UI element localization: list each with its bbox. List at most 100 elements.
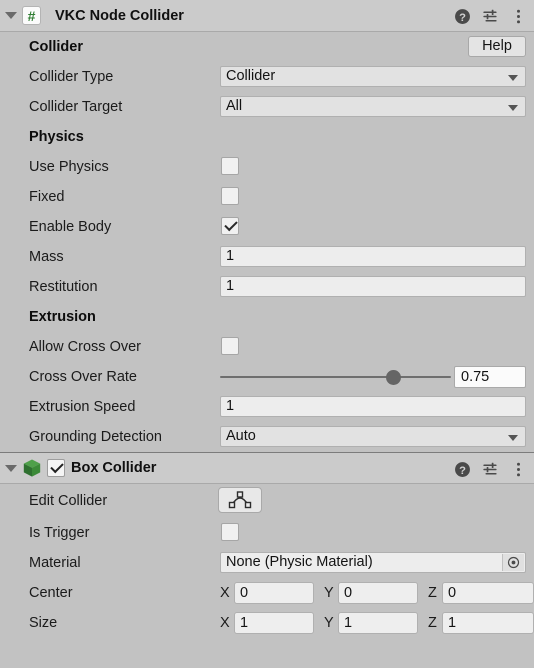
slider-track — [220, 376, 451, 378]
label-use-physics: Use Physics — [29, 159, 109, 175]
axis-label-x: X — [220, 585, 230, 601]
row-collider-section: Collider Help — [0, 32, 534, 62]
input-size-x[interactable]: 1 — [234, 612, 314, 634]
row-edit-collider: Edit Collider — [0, 484, 534, 518]
box-collider-body: Edit Collider Is Trigger Material None (… — [0, 484, 534, 638]
help-icon[interactable]: ? — [454, 461, 471, 478]
chevron-down-icon — [508, 434, 518, 441]
box-collider-cube-icon — [23, 459, 41, 477]
label-restitution: Restitution — [29, 279, 98, 295]
checkbox-is-trigger[interactable] — [221, 523, 239, 541]
object-field-material-value: None (Physic Material) — [226, 554, 373, 570]
checkbox-fixed[interactable] — [221, 187, 239, 205]
component-header-box-collider[interactable]: Box Collider ? — [0, 452, 534, 484]
label-center: Center — [29, 585, 73, 601]
row-allow-cross-over: Allow Cross Over — [0, 332, 534, 362]
dropdown-grounding-detection[interactable]: Auto — [220, 426, 526, 447]
more-menu-icon[interactable] — [510, 8, 527, 25]
row-center: Center X 0 Y 0 Z 0 — [0, 578, 534, 608]
row-fixed: Fixed — [0, 182, 534, 212]
row-extrusion-speed: Extrusion Speed 1 — [0, 392, 534, 422]
label-mass: Mass — [29, 249, 64, 265]
section-header-extrusion: Extrusion — [29, 309, 96, 325]
svg-text:?: ? — [459, 11, 466, 23]
row-enable-body: Enable Body — [0, 212, 534, 242]
object-picker-button[interactable] — [502, 554, 524, 571]
axis-label-z: Z — [428, 585, 437, 601]
foldout-toggle-box-collider[interactable] — [0, 452, 22, 484]
input-center-z[interactable]: 0 — [442, 582, 534, 604]
row-mass: Mass 1 — [0, 242, 534, 272]
more-menu-icon[interactable] — [510, 461, 527, 478]
object-picker-icon — [507, 556, 520, 569]
row-restitution: Restitution 1 — [0, 272, 534, 302]
preset-icon[interactable] — [482, 461, 499, 478]
dropdown-collider-type[interactable]: Collider — [220, 66, 526, 87]
edit-collider-icon — [228, 491, 252, 509]
row-is-trigger: Is Trigger — [0, 518, 534, 548]
input-extrusion-speed[interactable]: 1 — [220, 396, 526, 417]
component-header-icons: ? — [454, 0, 527, 32]
chevron-down-icon — [5, 12, 17, 19]
label-is-trigger: Is Trigger — [29, 525, 90, 541]
input-center-y[interactable]: 0 — [338, 582, 418, 604]
checkbox-use-physics[interactable] — [221, 157, 239, 175]
object-field-material[interactable]: None (Physic Material) — [220, 552, 526, 573]
label-edit-collider: Edit Collider — [29, 493, 108, 509]
row-size: Size X 1 Y 1 Z 1 — [0, 608, 534, 638]
help-icon[interactable]: ? — [454, 8, 471, 25]
label-fixed: Fixed — [29, 189, 65, 205]
checkbox-box-collider-enabled[interactable] — [47, 459, 65, 477]
row-use-physics: Use Physics — [0, 152, 534, 182]
input-center-x[interactable]: 0 — [234, 582, 314, 604]
svg-text:?: ? — [459, 464, 466, 476]
axis-label-y: Y — [324, 615, 334, 631]
vkc-node-collider-body: Collider Help Collider Type Collider Col… — [0, 32, 534, 452]
dropdown-collider-type-value: Collider — [226, 68, 276, 84]
help-button[interactable]: Help — [468, 36, 526, 57]
checkbox-allow-cross-over[interactable] — [221, 337, 239, 355]
row-material: Material None (Physic Material) — [0, 548, 534, 578]
label-material: Material — [29, 555, 81, 571]
axis-label-z: Z — [428, 615, 437, 631]
row-cross-over-rate: Cross Over Rate 0.75 — [0, 362, 534, 392]
csharp-script-icon: # — [22, 6, 41, 25]
dropdown-grounding-detection-value: Auto — [226, 428, 256, 444]
input-mass[interactable]: 1 — [220, 246, 526, 267]
slider-cross-over-rate[interactable] — [220, 362, 451, 392]
chevron-down-icon — [508, 74, 518, 81]
label-enable-body: Enable Body — [29, 219, 112, 235]
label-collider-target: Collider Target — [29, 99, 123, 115]
component-title: Box Collider — [71, 460, 157, 476]
component-title: VKC Node Collider — [55, 7, 184, 24]
edit-collider-button[interactable] — [218, 487, 262, 513]
input-restitution[interactable]: 1 — [220, 276, 526, 297]
preset-icon[interactable] — [482, 8, 499, 25]
label-size: Size — [29, 615, 58, 631]
label-cross-over-rate: Cross Over Rate — [29, 369, 137, 385]
label-allow-cross-over: Allow Cross Over — [29, 339, 141, 355]
chevron-down-icon — [508, 104, 518, 111]
section-header-physics: Physics — [29, 129, 84, 145]
row-collider-target: Collider Target All — [0, 92, 534, 122]
checkbox-enable-body[interactable] — [221, 217, 239, 235]
dropdown-collider-target[interactable]: All — [220, 96, 526, 117]
foldout-toggle-vkc-node-collider[interactable] — [0, 0, 22, 32]
chevron-down-icon — [5, 464, 17, 472]
input-size-z[interactable]: 1 — [442, 612, 534, 634]
input-cross-over-rate[interactable]: 0.75 — [454, 366, 526, 388]
row-grounding-detection: Grounding Detection Auto — [0, 422, 534, 452]
section-header-collider: Collider — [29, 39, 83, 55]
dropdown-collider-target-value: All — [226, 98, 243, 114]
row-physics-section: Physics — [0, 122, 534, 152]
input-size-y[interactable]: 1 — [338, 612, 418, 634]
component-header-vkc-node-collider[interactable]: # VKC Node Collider ? — [0, 0, 534, 32]
axis-label-x: X — [220, 615, 230, 631]
label-extrusion-speed: Extrusion Speed — [29, 399, 136, 415]
row-collider-type: Collider Type Collider — [0, 62, 534, 92]
slider-handle[interactable] — [386, 370, 402, 385]
row-extrusion-section: Extrusion — [0, 302, 534, 332]
label-collider-type: Collider Type — [29, 69, 114, 85]
label-grounding-detection: Grounding Detection — [29, 429, 162, 445]
component-header-icons: ? — [454, 453, 527, 485]
